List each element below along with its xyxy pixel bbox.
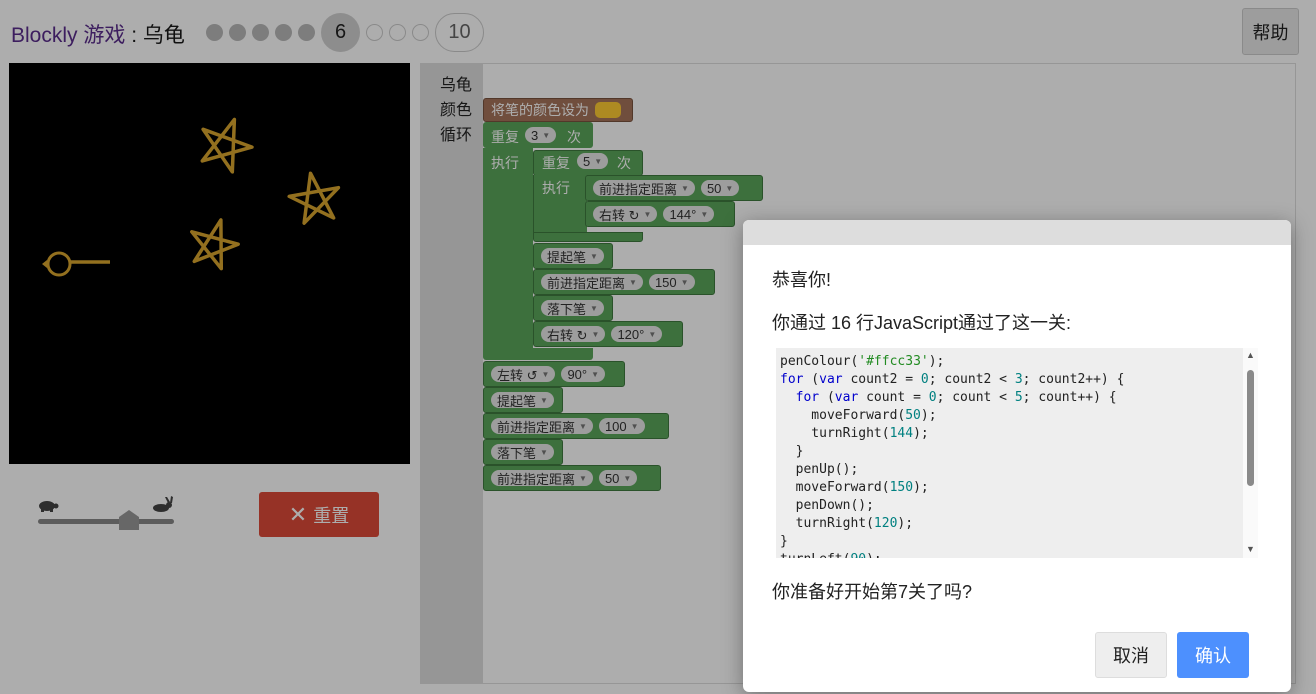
confirm-button[interactable]: 确认: [1177, 632, 1249, 678]
summary-text: 你通过 16 行JavaScript通过了这一关:: [772, 313, 1072, 333]
code-scrollbar[interactable]: ▲ ▼: [1243, 348, 1258, 558]
code-line: moveForward(150);: [780, 480, 929, 495]
scroll-down-icon[interactable]: ▼: [1246, 544, 1255, 554]
scrollbar-thumb[interactable]: [1247, 370, 1254, 486]
code-line: }: [780, 534, 788, 549]
dialog-titlebar[interactable]: [743, 220, 1291, 245]
code-display[interactable]: penColour('#ffcc33'); for (var count2 = 0…: [776, 348, 1258, 558]
code-line: for (var count2 = 0; count2 < 3; count2+…: [780, 372, 1125, 387]
cancel-button[interactable]: 取消: [1095, 632, 1167, 678]
code-line: }: [780, 444, 804, 459]
code-line: penColour('#ffcc33');: [780, 354, 945, 369]
code-line: turnRight(120);: [780, 516, 914, 531]
code-line: penUp();: [780, 462, 859, 477]
code-line: turnRight(144);: [780, 426, 929, 441]
level-complete-dialog: 恭喜你! 你通过 16 行JavaScript通过了这一关: penColour…: [743, 220, 1291, 692]
code-line: turnLeft(90);: [780, 551, 1258, 558]
next-level-question: 你准备好开始第7关了吗?: [772, 582, 973, 602]
scroll-up-icon[interactable]: ▲: [1246, 350, 1255, 360]
code-line: penDown();: [780, 498, 874, 513]
congrats-text: 恭喜你!: [772, 270, 832, 290]
code-line: for (var count = 0; count < 5; count++) …: [795, 390, 1117, 405]
code-line: moveForward(50);: [780, 408, 937, 423]
